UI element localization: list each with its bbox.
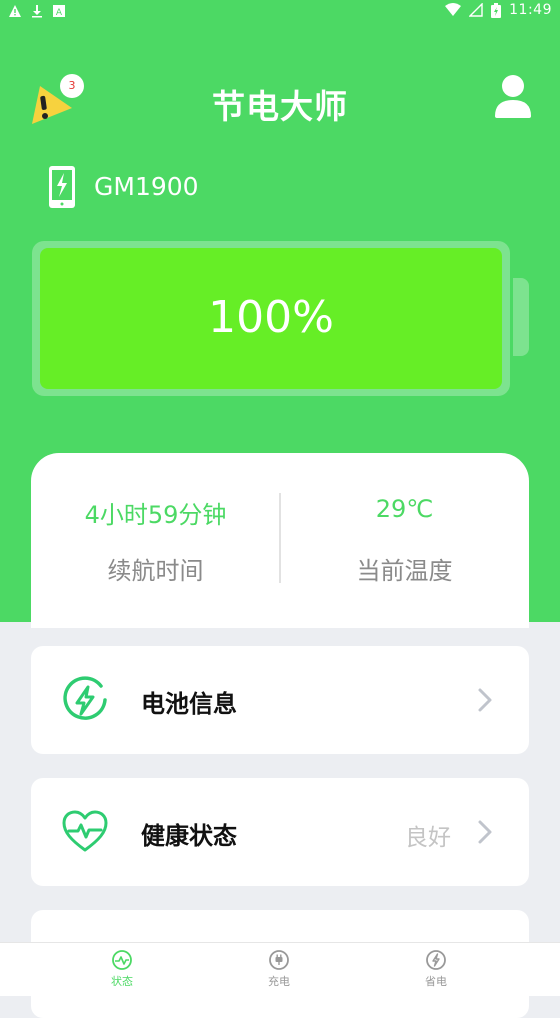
notification-icon: A xyxy=(52,4,66,18)
status-icon xyxy=(112,950,132,970)
lightning-icon xyxy=(426,950,446,970)
nav-tab-charge[interactable]: 充电 xyxy=(239,949,319,989)
nav-label-save: 省电 xyxy=(425,975,447,988)
endurance-value: 4小时59分钟 xyxy=(84,501,227,529)
chevron-right-icon xyxy=(478,688,492,712)
temperature-stat: 29℃ 当前温度 xyxy=(280,453,529,628)
lightning-icon xyxy=(63,676,107,720)
bottom-nav: 状态 充电 省电 xyxy=(0,942,560,996)
status-time: 11:49 xyxy=(509,2,552,18)
device-name: GM1900 xyxy=(94,172,199,201)
nav-tab-save[interactable]: 省电 xyxy=(396,949,476,989)
warning-icon xyxy=(8,4,22,18)
temperature-value: 29℃ xyxy=(375,495,434,523)
wifi-icon xyxy=(445,3,462,16)
battery-level-text: 100% xyxy=(208,292,334,343)
page-title: 节电大师 xyxy=(212,87,348,126)
nav-label-status: 状态 xyxy=(111,975,133,988)
battery-tip xyxy=(513,278,529,356)
health-status-row[interactable]: 健康状态 良好 xyxy=(31,778,529,886)
phone-charging-icon xyxy=(49,166,75,208)
heart-pulse-icon xyxy=(62,810,108,852)
svg-text:A: A xyxy=(56,8,63,18)
stats-card: 4小时59分钟 续航时间 29℃ 当前温度 xyxy=(31,453,529,628)
download-icon xyxy=(30,4,44,18)
health-status-label: 健康状态 xyxy=(141,822,237,850)
nav-label-charge: 充电 xyxy=(268,975,290,988)
battery-info-row[interactable]: 电池信息 xyxy=(31,646,529,754)
battery-icon xyxy=(491,2,502,18)
chevron-right-icon xyxy=(478,820,492,844)
nav-tab-status[interactable]: 状态 xyxy=(82,949,162,989)
plug-icon xyxy=(269,950,289,970)
signal-icon xyxy=(469,3,483,17)
temperature-label: 当前温度 xyxy=(356,557,453,585)
health-status-value: 良好 xyxy=(405,825,451,851)
endurance-stat: 4小时59分钟 续航时间 xyxy=(31,453,280,628)
battery-info-label: 电池信息 xyxy=(141,690,237,718)
user-icon[interactable] xyxy=(493,74,533,118)
status-bar: A 11:49 xyxy=(0,0,560,24)
endurance-label: 续航时间 xyxy=(107,557,204,585)
